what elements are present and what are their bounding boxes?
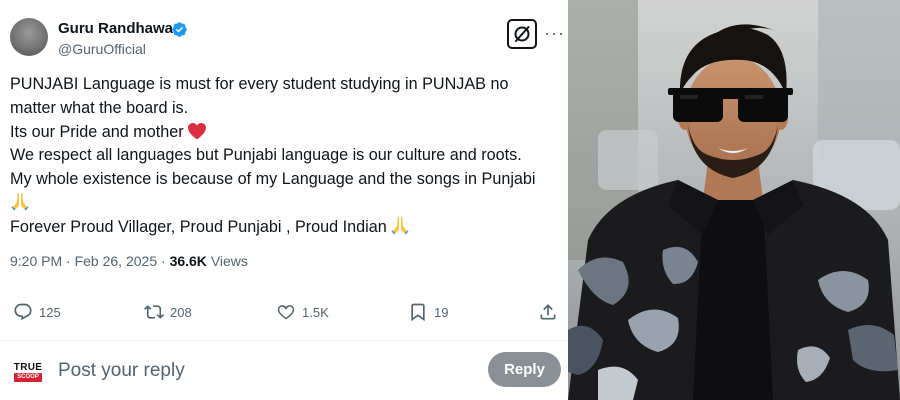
reply-action[interactable]: 125 [13, 298, 61, 326]
tweet-line: We respect all languages but Punjabi lan… [10, 146, 522, 165]
tweet-line: PUNJABI Language is must for every stude… [10, 75, 509, 93]
more-icon[interactable]: ··· [544, 24, 565, 42]
grok-icon [514, 26, 530, 42]
tweet-line: matter what the board is. [10, 98, 189, 117]
tweet-line-text: Its our Pride and mother [10, 122, 184, 141]
author-name[interactable]: Guru Randhawa [58, 20, 173, 37]
tweet-line [10, 192, 562, 216]
verified-badge-icon [172, 22, 187, 37]
post-time[interactable]: 9:20 PM [10, 253, 62, 269]
bookmark-icon [411, 303, 425, 322]
tweet-line: Its our Pride and mother [10, 121, 562, 145]
share-action[interactable] [538, 298, 558, 326]
reply-icon [14, 303, 32, 321]
tweet-text: PUNJABI Language is must for every stude… [10, 73, 562, 240]
tweet-card: Guru Randhawa @GuruOfficial ··· PUNJABI … [0, 0, 568, 400]
reply-user-avatar[interactable]: TRUE SCOOP [11, 360, 45, 384]
meta-separator: · [161, 253, 166, 269]
tweet-line-text: Forever Proud Villager, Proud Punjabi , … [10, 217, 387, 236]
avatar-logo-line: TRUE [13, 361, 43, 373]
grok-button[interactable] [507, 19, 537, 49]
like-icon [277, 305, 295, 320]
repost-action[interactable]: 208 [144, 298, 192, 326]
profile-photo [568, 0, 900, 400]
views-label: Views [210, 253, 248, 269]
views-count: 36.6K [169, 253, 207, 269]
person-photo-illustration [568, 0, 900, 400]
bookmark-count: 19 [434, 304, 449, 320]
repost-count: 208 [170, 304, 192, 320]
reply-button[interactable]: Reply [488, 352, 561, 387]
reply-input[interactable] [58, 358, 458, 384]
author-handle[interactable]: @GuruOfficial [58, 41, 146, 57]
tweet-line: Forever Proud Villager, Proud Punjabi , … [10, 216, 562, 240]
folded-hands-icon [391, 216, 409, 235]
repost-icon [144, 305, 164, 319]
post-date[interactable]: Feb 26, 2025 [75, 253, 158, 269]
folded-hands-icon [11, 192, 29, 211]
author-avatar[interactable] [10, 18, 48, 56]
bookmark-action[interactable]: 19 [408, 298, 448, 326]
like-count: 1.5K [302, 304, 329, 320]
red-heart-icon [187, 122, 206, 140]
avatar-logo-line: SCOOP [14, 372, 42, 382]
action-bar: 125 208 1.5K 19 [0, 298, 568, 326]
tweet-meta: 9:20 PM · Feb 26, 2025 · 36.6K Views [10, 253, 248, 269]
reply-count: 125 [39, 304, 61, 320]
tweet-line: My whole existence is because of my Lang… [10, 170, 536, 189]
meta-separator: · [66, 253, 71, 269]
like-action[interactable]: 1.5K [276, 298, 329, 326]
share-icon [540, 304, 556, 320]
divider [0, 340, 568, 341]
